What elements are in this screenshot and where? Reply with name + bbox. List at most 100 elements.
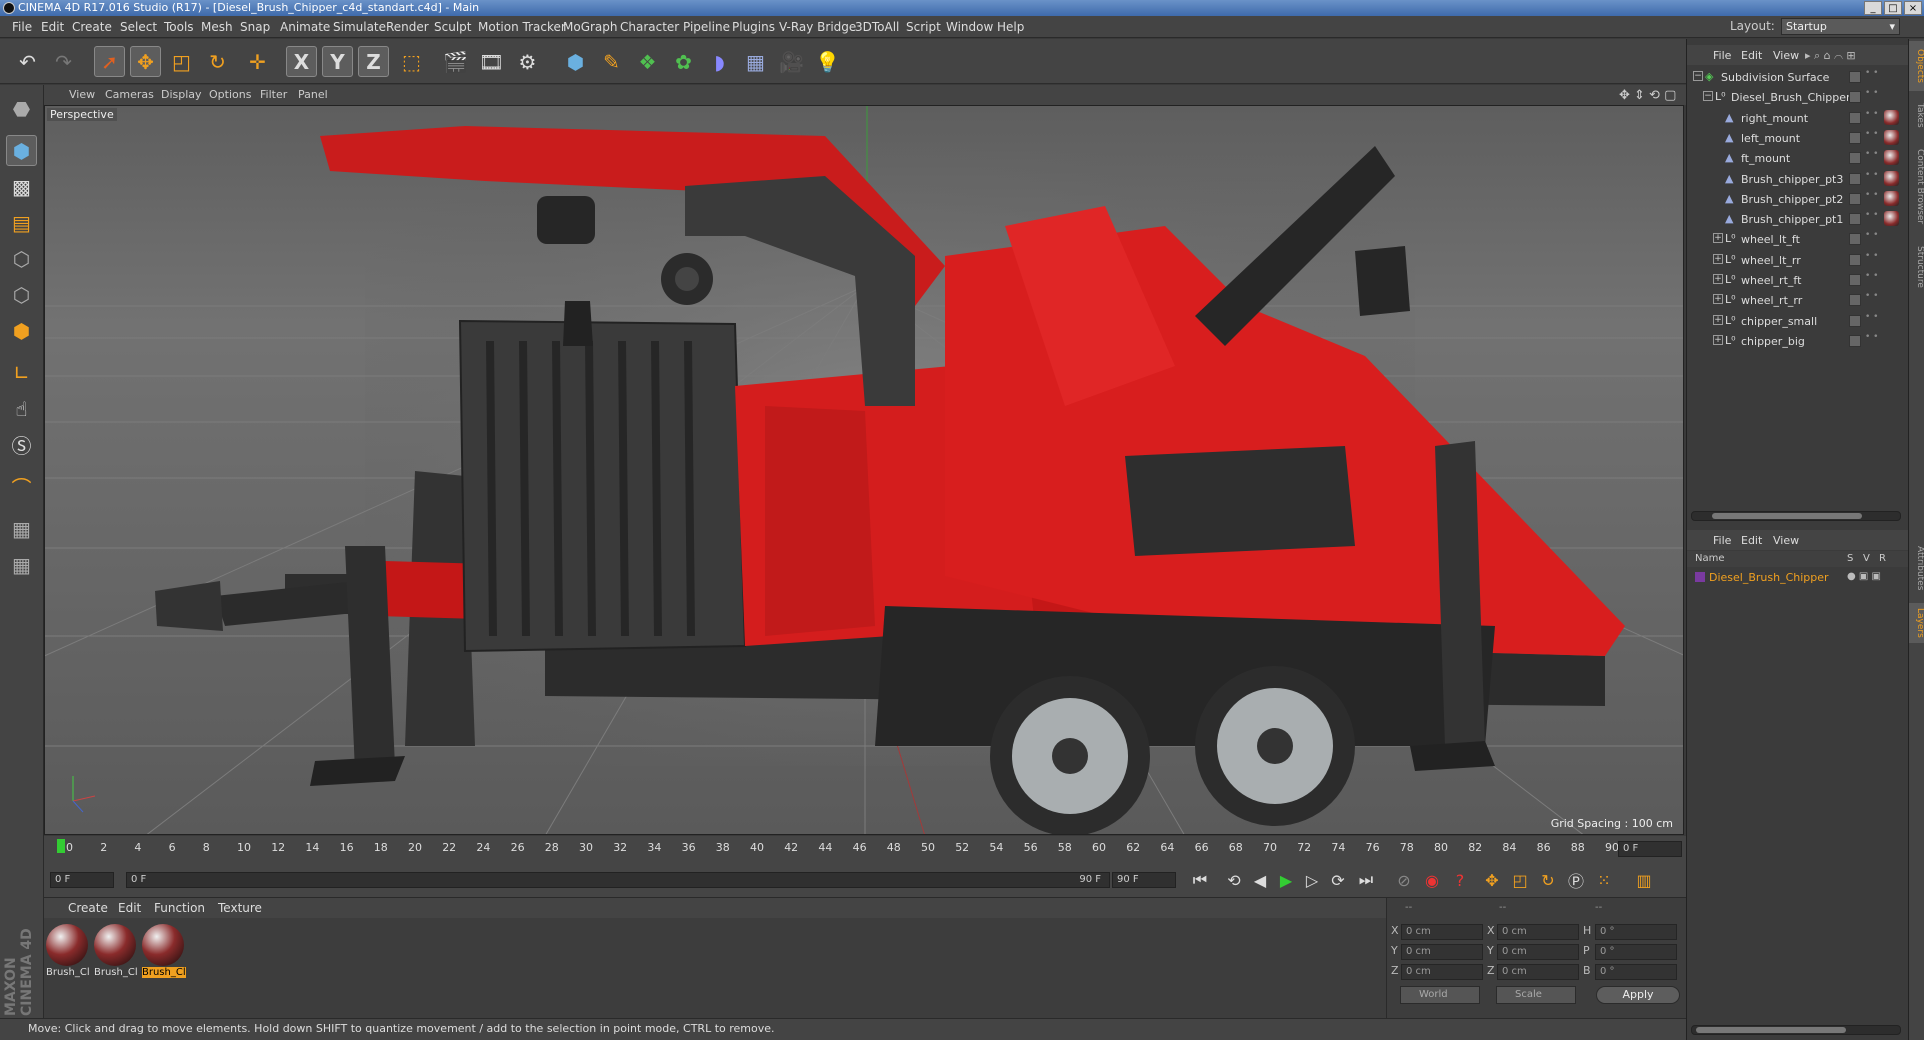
viewport-menu-panel[interactable]: Panel [298, 88, 328, 101]
make-editable-icon[interactable]: ⬣ [6, 93, 37, 124]
layout-dropdown[interactable]: Startup [1781, 18, 1900, 35]
object-row[interactable]: − ◈ Subdivision Surface • • [1687, 67, 1909, 87]
menu-select[interactable]: Select [120, 20, 157, 34]
expand-toggle[interactable]: + [1713, 334, 1723, 345]
keyframe-selection-icon[interactable]: ? [1448, 868, 1472, 892]
objects-toolbar-icons[interactable]: ▸ ⌕ ⌂ ⌒ ⊞ [1805, 49, 1856, 63]
workplane-icon[interactable]: ▤ [6, 207, 37, 238]
layers-menu-file[interactable]: File [1713, 534, 1731, 547]
visibility-dots[interactable]: • • [1865, 190, 1878, 199]
minimize-button[interactable]: _ [1864, 1, 1882, 15]
cloner-icon[interactable]: ✿ [668, 46, 699, 77]
layer-toggles[interactable]: ● ▣ ▣ [1847, 571, 1881, 582]
expand-toggle[interactable]: + [1713, 314, 1723, 325]
visibility-dots[interactable]: • • [1865, 89, 1878, 98]
layer-manager-scrollbar[interactable] [1691, 1025, 1901, 1035]
object-row[interactable]: ▲ Brush_chipper_pt2 • • [1687, 189, 1909, 209]
visibility-dots[interactable]: • • [1865, 69, 1878, 78]
menu-edit[interactable]: Edit [41, 20, 64, 34]
scale-icon[interactable]: ◰ [166, 46, 197, 77]
recent-tools-icon[interactable]: ✛ [242, 46, 273, 77]
timeline[interactable]: 0 2 4 6 8 10 12 14 16 18 20 22 24 26 28 30 32 34 36 38 40 42 4… [44, 836, 1686, 862]
expand-toggle[interactable]: − [1703, 91, 1713, 102]
menu-mograph[interactable]: MoGraph [563, 20, 618, 34]
previous-frame-icon[interactable]: ◀ [1248, 868, 1272, 892]
rotate-icon[interactable]: ↻ [202, 46, 233, 77]
go-to-start-icon[interactable]: ⏮ [1188, 868, 1212, 892]
size-x-field[interactable]: 0 cm [1497, 924, 1579, 940]
undo-icon[interactable]: ↶ [12, 46, 43, 77]
current-frame-field[interactable]: 0 F [1618, 841, 1682, 857]
object-row[interactable]: + L⁰ wheel_lt_ft • • [1687, 229, 1909, 249]
visibility-dots[interactable]: • • [1865, 272, 1878, 281]
close-button[interactable]: × [1904, 1, 1922, 15]
object-manager-scrollbar[interactable] [1691, 511, 1901, 521]
visibility-dots[interactable]: • • [1865, 211, 1878, 220]
expand-toggle[interactable]: − [1693, 71, 1703, 81]
tab-content-browser[interactable]: Content Browser [1909, 139, 1924, 235]
key-rotation-icon[interactable]: ↻ [1536, 868, 1560, 892]
perspective-viewport[interactable]: Perspective Grid Spacing : 100 cm [44, 105, 1684, 835]
material-tag-icon[interactable] [1884, 129, 1899, 145]
material-menu-texture[interactable]: Texture [218, 901, 262, 915]
tab-attributes[interactable]: Attributes [1909, 537, 1924, 599]
rotation-b-field[interactable]: 0 ° [1595, 964, 1677, 980]
viewport-menu-view[interactable]: View [69, 88, 95, 101]
planar-workplane-icon[interactable]: ▦ [6, 549, 37, 580]
object-row[interactable]: + L⁰ wheel_lt_rr • • [1687, 250, 1909, 270]
menu-simulate[interactable]: Simulate [333, 20, 386, 34]
object-enabled-checkbox[interactable] [1849, 192, 1861, 205]
menu-mesh[interactable]: Mesh [201, 20, 233, 34]
material-menu-function[interactable]: Function [154, 901, 205, 915]
menu-3dtoall[interactable]: 3DToAll [855, 20, 899, 34]
viewport-nav-icons[interactable]: ✥ ⇕ ⟲ ▢ [1619, 88, 1676, 103]
material-menu-edit[interactable]: Edit [118, 901, 141, 915]
playhead[interactable] [57, 839, 65, 853]
material-menu-create[interactable]: Create [68, 901, 108, 915]
floor-icon[interactable]: ▦ [740, 46, 771, 77]
object-enabled-checkbox[interactable] [1849, 253, 1861, 266]
next-frame-icon[interactable]: ▷ [1300, 868, 1324, 892]
tab-layers[interactable]: Layers [1909, 603, 1924, 643]
size-mode-dropdown[interactable]: Scale [1496, 986, 1576, 1004]
menu-plugins[interactable]: Plugins [732, 20, 775, 34]
menu-character[interactable]: Character [620, 20, 679, 34]
locked-workplane-icon[interactable]: ▦ [6, 513, 37, 544]
axis-mode-icon[interactable]: ∟ [6, 357, 37, 388]
expand-toggle[interactable]: + [1713, 253, 1723, 264]
edges-mode-icon[interactable]: ⬡ [6, 279, 37, 310]
object-row[interactable]: + L⁰ wheel_rt_ft • • [1687, 270, 1909, 290]
object-row[interactable]: ▲ Brush_chipper_pt1 • • [1687, 209, 1909, 229]
go-to-end-icon[interactable]: ⏭ [1354, 868, 1378, 892]
position-x-field[interactable]: 0 cm [1401, 924, 1483, 940]
rotation-h-field[interactable]: 0 ° [1595, 924, 1677, 940]
play-icon[interactable]: ▶ [1274, 868, 1298, 892]
expand-toggle[interactable]: + [1713, 274, 1723, 284]
previous-key-icon[interactable]: ⟲ [1222, 868, 1246, 892]
material-tag-icon[interactable] [1884, 211, 1899, 227]
menu-motion-tracker[interactable]: Motion Tracker [478, 20, 566, 34]
menu-render[interactable]: Render [386, 20, 429, 34]
object-row[interactable]: − L⁰ Diesel_Brush_Chipper • • [1687, 87, 1909, 107]
rotation-p-field[interactable]: 0 ° [1595, 944, 1677, 960]
menu-window[interactable]: Window [946, 20, 993, 34]
record-keys-icon[interactable]: ⊘ [1392, 868, 1416, 892]
camera-icon[interactable]: 🎥 [776, 46, 807, 77]
tab-structure[interactable]: Structure [1909, 239, 1924, 295]
object-row[interactable]: + L⁰ wheel_rt_rr • • [1687, 290, 1909, 310]
viewport-menu-cameras[interactable]: Cameras [105, 88, 154, 101]
deformer-icon[interactable]: ◗ [704, 46, 735, 77]
expand-toggle[interactable]: + [1713, 233, 1723, 244]
material-tag-icon[interactable] [1884, 170, 1899, 186]
material-tag-icon[interactable] [1884, 109, 1899, 125]
render-picture-viewer-icon[interactable]: 🎞 [476, 46, 507, 77]
object-row[interactable]: + L⁰ chipper_big • • [1687, 331, 1909, 351]
key-scale-icon[interactable]: ◰ [1508, 868, 1532, 892]
material-tag-icon[interactable] [1884, 190, 1899, 206]
cube-primitive-icon[interactable]: ⬢ [560, 46, 591, 77]
object-enabled-checkbox[interactable] [1849, 152, 1861, 165]
layers-menu-edit[interactable]: Edit [1741, 534, 1762, 547]
position-z-field[interactable]: 0 cm [1401, 964, 1483, 980]
object-row[interactable]: ▲ ft_mount • • [1687, 148, 1909, 168]
next-key-icon[interactable]: ⟳ [1326, 868, 1350, 892]
